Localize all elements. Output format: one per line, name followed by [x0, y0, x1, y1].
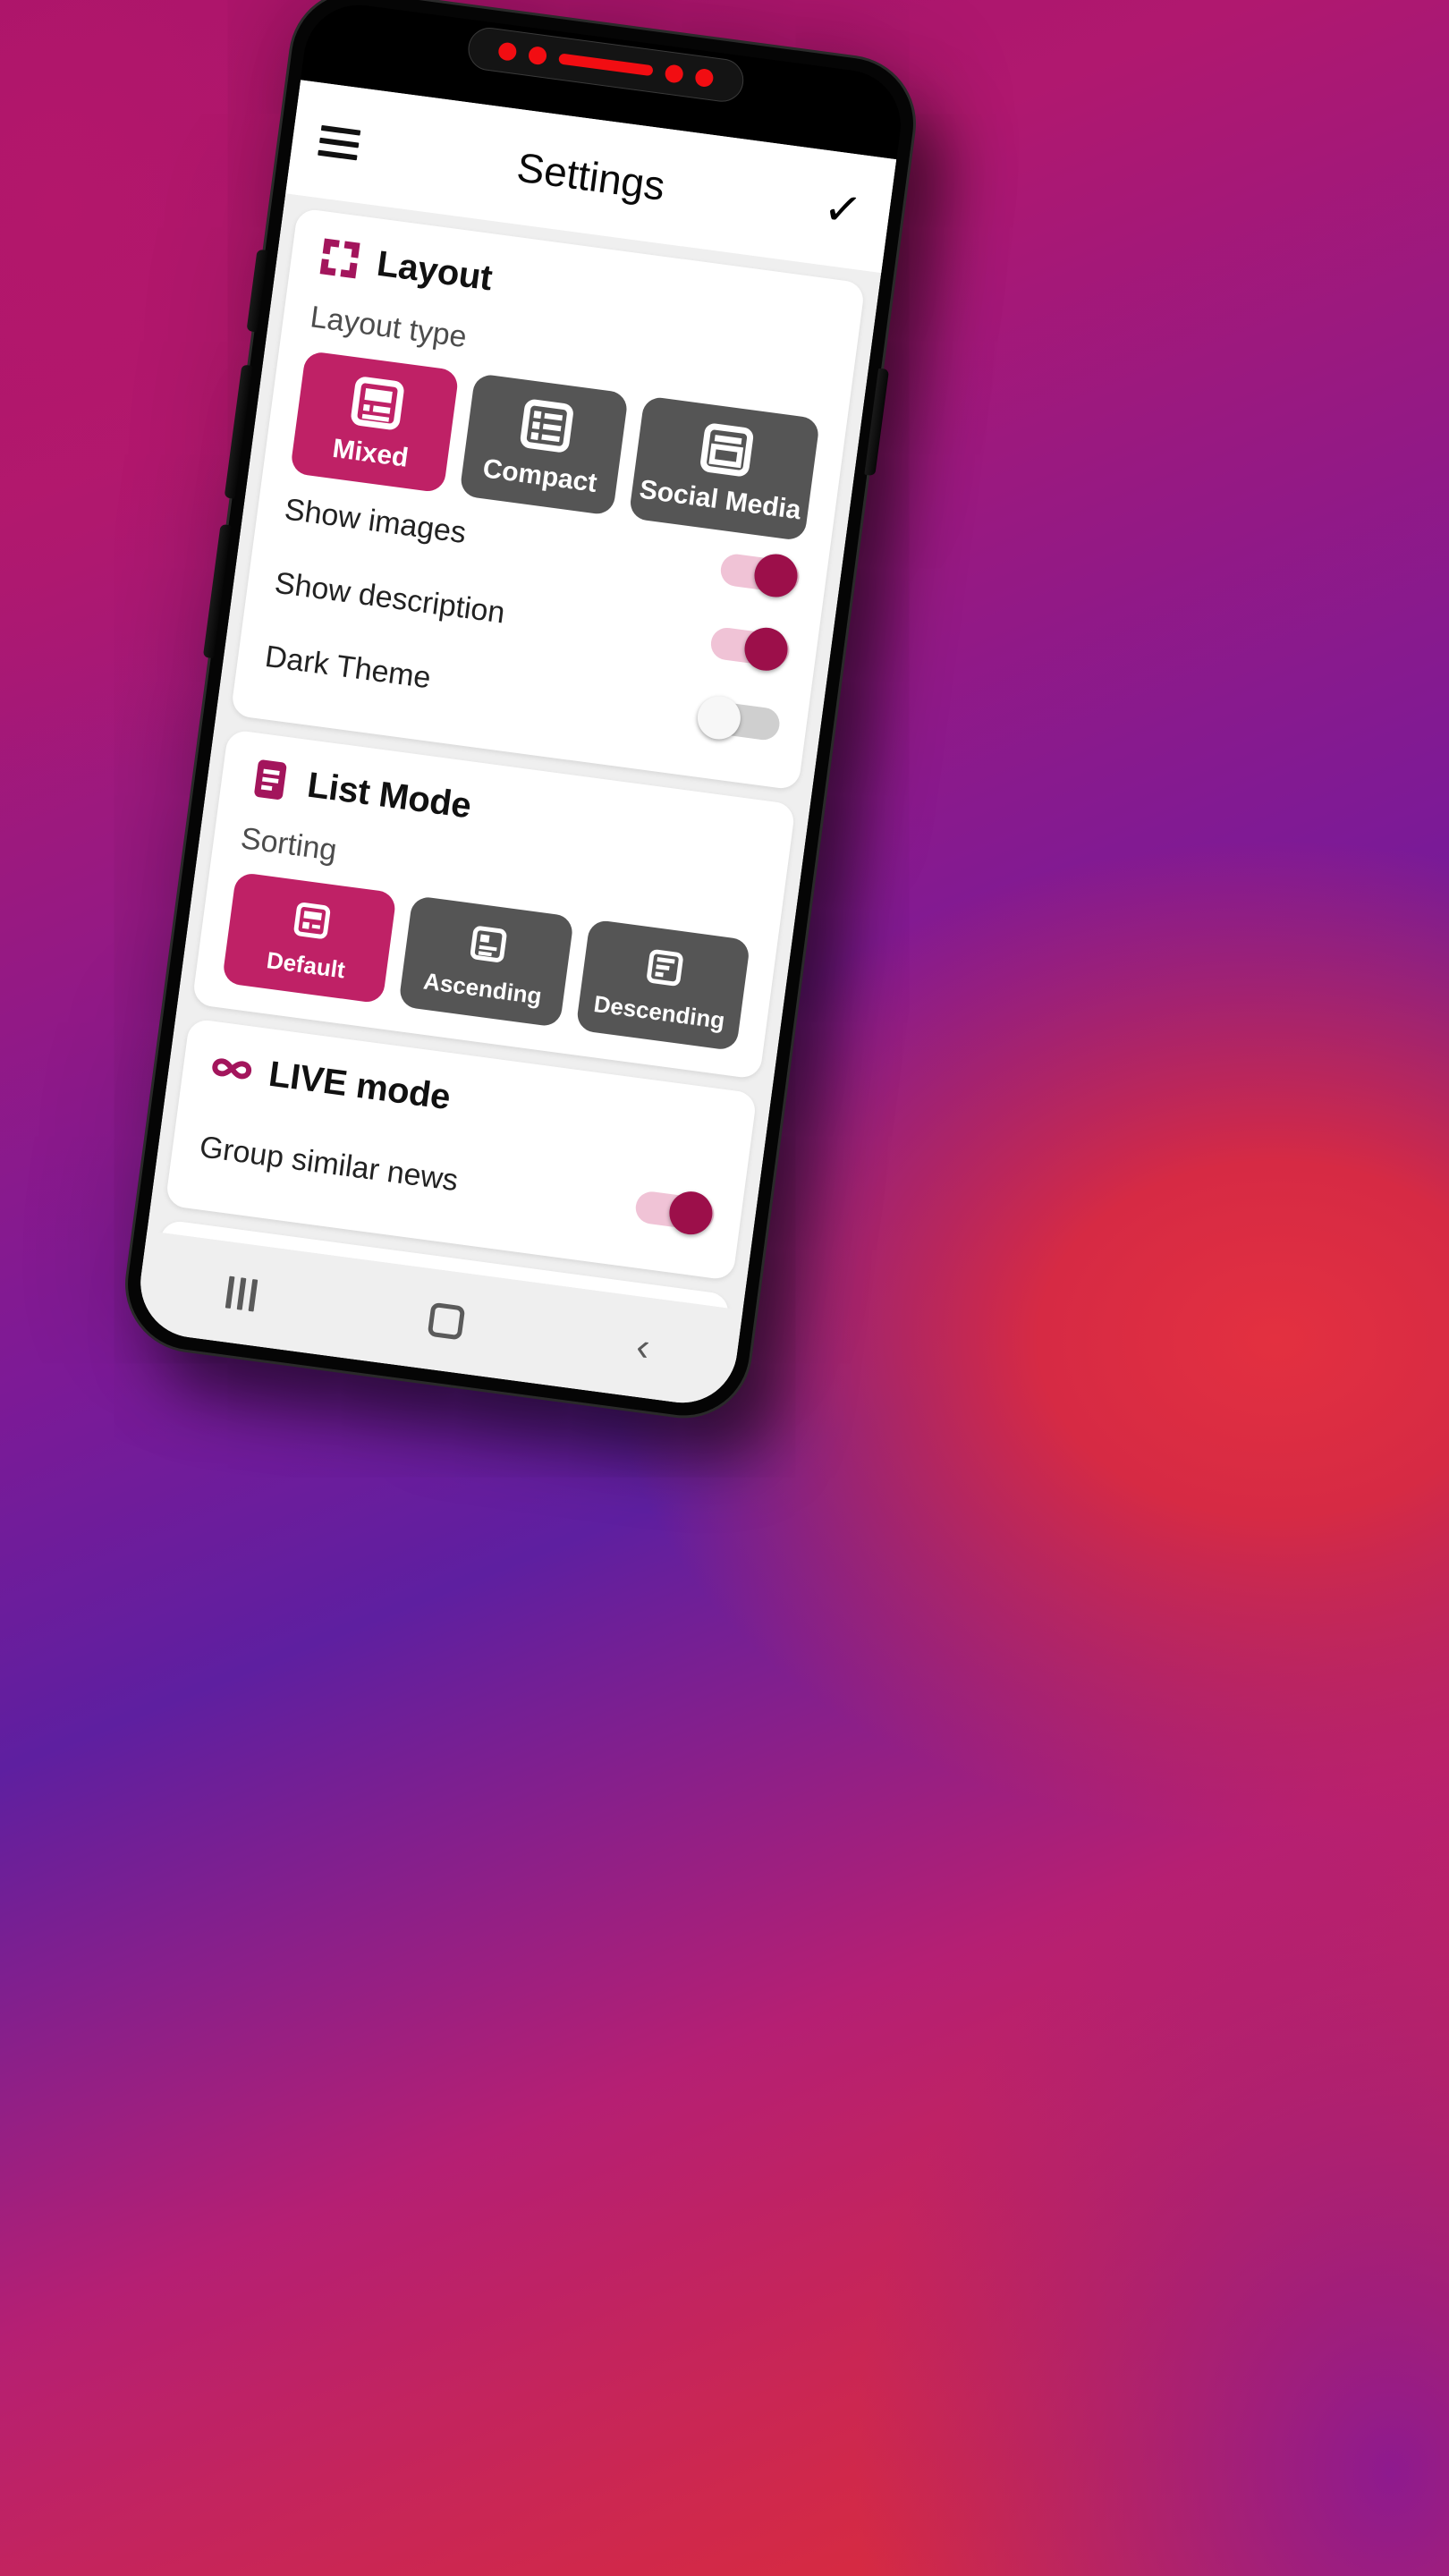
section-layout: Layout Layout type Mixed Compact Social …	[230, 208, 866, 791]
section-layout-title: Layout	[374, 243, 495, 298]
layout-option-social-media[interactable]: Social Media	[628, 395, 821, 542]
layout-grid-icon	[319, 238, 360, 279]
layout-option-compact[interactable]: Compact	[459, 373, 630, 516]
sensor-dot-icon	[527, 45, 548, 66]
group-similar-news-label: Group similar news	[197, 1130, 461, 1199]
sorting-option-descending-label: Descending	[592, 989, 727, 1035]
layout-compact-icon	[520, 399, 573, 453]
group-similar-news-toggle[interactable]	[633, 1188, 716, 1237]
layout-mixed-icon	[351, 377, 404, 430]
infinity-icon	[212, 1058, 252, 1080]
section-list-mode: List Mode Sorting Default Ascending Desc…	[191, 729, 796, 1080]
sensor-dot-2-icon	[664, 64, 684, 84]
list-document-icon	[254, 759, 287, 800]
sort-descending-icon	[647, 949, 683, 987]
sorting-option-default-label: Default	[265, 946, 347, 984]
sorting-option-default[interactable]: Default	[221, 871, 398, 1004]
check-icon[interactable]: ✓	[820, 182, 866, 238]
back-icon[interactable]: ‹	[633, 1325, 652, 1370]
section-live-mode-title: LIVE mode	[267, 1054, 453, 1117]
show-images-label: Show images	[282, 492, 469, 551]
show-description-toggle[interactable]	[708, 624, 792, 674]
dark-theme-toggle[interactable]	[695, 693, 782, 741]
camera-dot-icon	[497, 41, 518, 62]
phone-side-button-1[interactable]	[246, 249, 268, 333]
sorting-option-ascending[interactable]: Ascending	[398, 895, 574, 1028]
sorting-option-ascending-label: Ascending	[421, 967, 544, 1010]
phone-power-button[interactable]	[864, 368, 890, 477]
layout-option-mixed[interactable]: Mixed	[289, 350, 460, 494]
recents-icon[interactable]	[225, 1275, 258, 1312]
toggle-knob	[666, 1188, 716, 1237]
phone-mockup: Settings ✓ Layout Layout type Mixed Comp…	[119, 0, 922, 1424]
show-images-toggle[interactable]	[718, 551, 801, 599]
sort-default-icon	[293, 902, 330, 939]
layout-option-mixed-label: Mixed	[330, 433, 411, 473]
earpiece-speaker-icon	[558, 53, 654, 77]
section-list-mode-title: List Mode	[305, 765, 474, 826]
layout-social-icon	[700, 423, 754, 477]
layout-option-compact-label: Compact	[480, 453, 599, 498]
hamburger-menu-icon[interactable]	[318, 124, 361, 161]
background-stage: Settings ✓ Layout Layout type Mixed Comp…	[0, 0, 1449, 2576]
settings-scroll-area[interactable]: Layout Layout type Mixed Compact Social …	[147, 193, 881, 1310]
sorting-option-descending[interactable]: Descending	[575, 919, 751, 1052]
toggle-knob	[751, 551, 801, 599]
show-description-label: Show description	[272, 565, 507, 631]
notch-island	[465, 25, 747, 105]
layout-option-social-media-label: Social Media	[638, 474, 803, 526]
sort-ascending-icon	[470, 926, 507, 962]
app-container: Settings ✓ Layout Layout type Mixed Comp…	[133, 80, 897, 1410]
home-icon[interactable]	[427, 1301, 466, 1341]
toggle-knob	[741, 624, 791, 674]
camera-dot-2-icon	[694, 67, 715, 89]
dark-theme-label: Dark Theme	[263, 639, 433, 696]
phone-screen: Settings ✓ Layout Layout type Mixed Comp…	[133, 0, 908, 1410]
phone-body: Settings ✓ Layout Layout type Mixed Comp…	[119, 0, 922, 1424]
toggle-knob	[695, 693, 743, 741]
